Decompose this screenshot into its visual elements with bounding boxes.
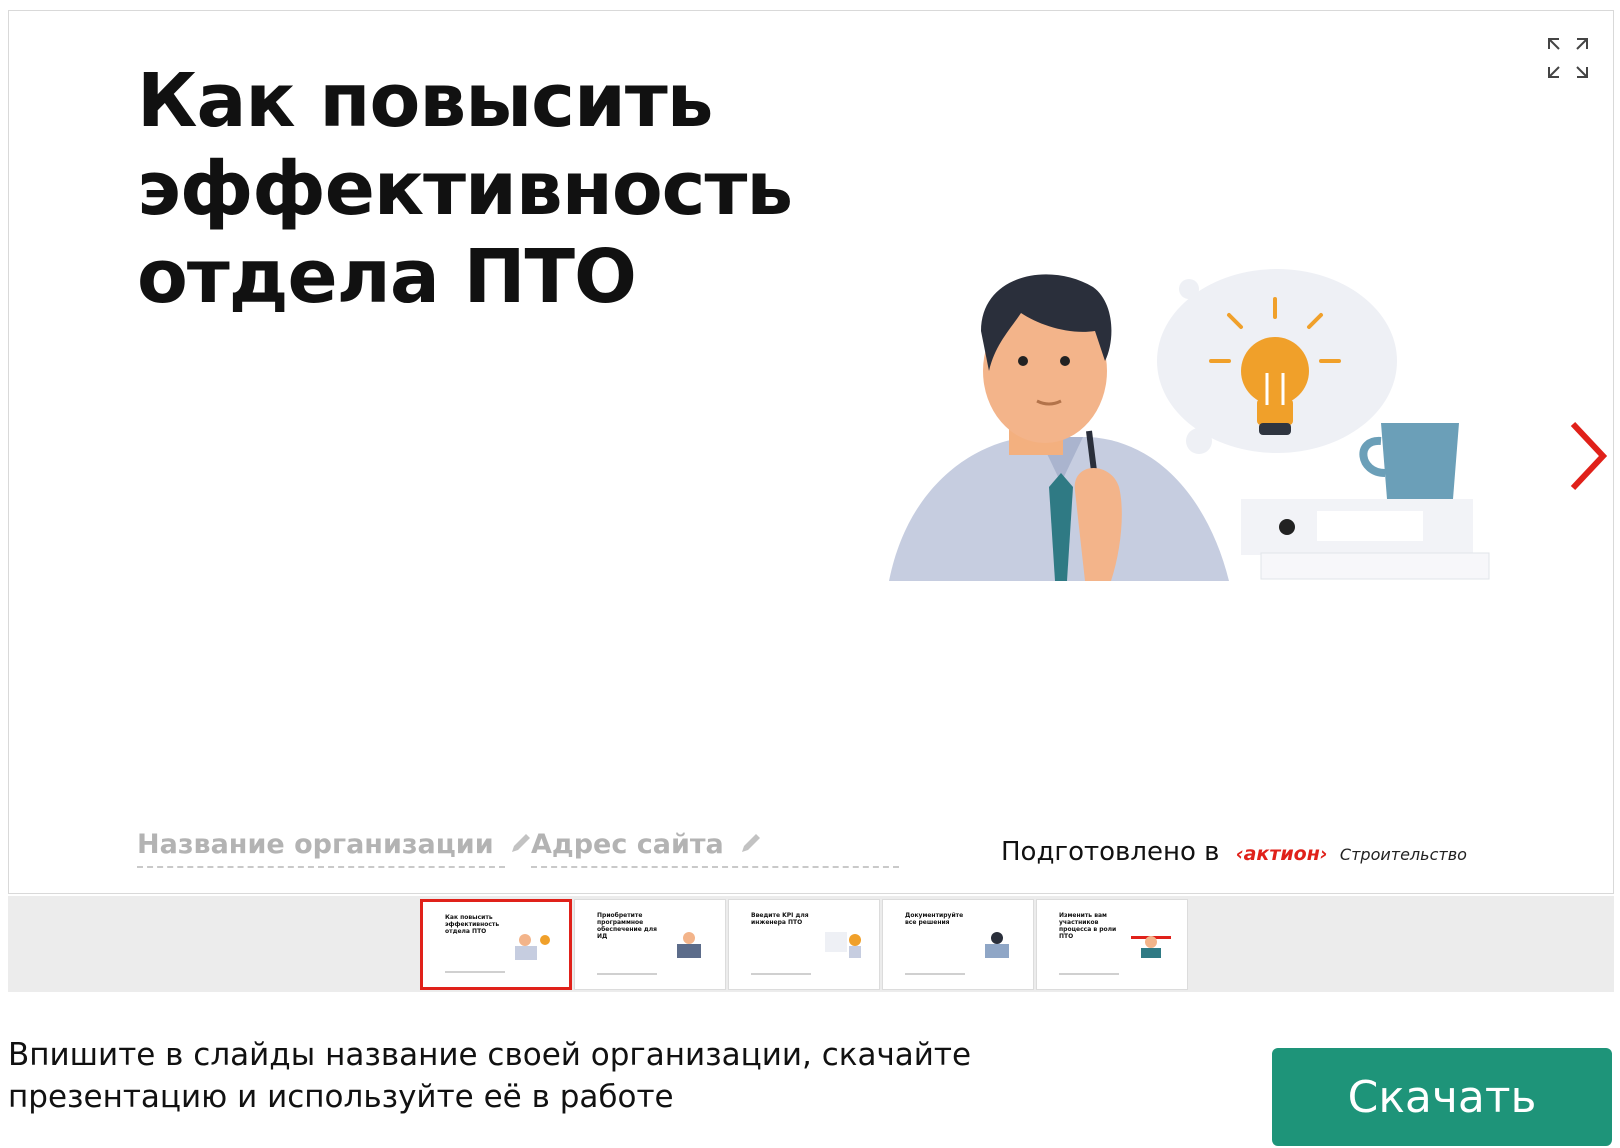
download-button[interactable]: Скачать bbox=[1272, 1048, 1612, 1146]
thumbnail-illustration bbox=[677, 932, 701, 958]
slide-title: Как повысить эффективность отдела ПТО bbox=[137, 57, 793, 321]
slide-thumbnail-5[interactable]: Изменить вам участников процесса в роли … bbox=[1036, 899, 1188, 990]
thumbnail-footer-line bbox=[905, 973, 965, 975]
fullscreen-button[interactable] bbox=[1545, 35, 1591, 81]
website-placeholder: Адрес сайта bbox=[531, 829, 724, 860]
instruction-line-1: Впишите в слайды название своей организа… bbox=[8, 1037, 972, 1073]
thumbnail-footer-line bbox=[751, 973, 811, 975]
slide-thumbnail-3[interactable]: Введите KPI для инженера ПТО bbox=[728, 899, 880, 990]
brand-subtitle: Строительство bbox=[1339, 845, 1467, 864]
slide-thumbnail-4[interactable]: Документируйте все решения bbox=[882, 899, 1034, 990]
slide-thumbnail-2[interactable]: Приобретите программное обеспечение для … bbox=[574, 899, 726, 990]
thumbnail-title: Изменить вам участников процесса в роли … bbox=[1059, 912, 1117, 940]
slide-title-line-3: отдела ПТО bbox=[137, 234, 637, 320]
thumbnail-footer-line bbox=[1059, 973, 1119, 975]
organization-name-placeholder: Название организации bbox=[137, 829, 494, 860]
organization-name-field[interactable]: Название организации bbox=[137, 829, 531, 868]
thumbnail-illustration bbox=[985, 932, 1009, 958]
thumbnail-title: Как повысить эффективность отдела ПТО bbox=[445, 914, 500, 935]
next-slide-button[interactable] bbox=[1565, 416, 1611, 496]
thumbnail-title: Документируйте все решения bbox=[905, 912, 964, 926]
chevron-right-icon bbox=[1570, 421, 1608, 491]
thumbnail-title: Приобретите программное обеспечение для … bbox=[597, 912, 657, 940]
slide-thumbnail-1[interactable]: Как повысить эффективность отдела ПТО bbox=[420, 899, 572, 990]
prepared-by: Подготовлено в ‹актион› Строительство bbox=[1001, 837, 1467, 867]
slide-title-line-2: эффективность bbox=[137, 146, 793, 232]
slide-title-line-1: Как повысить bbox=[137, 58, 714, 144]
thumbnail-strip: Как повысить эффективность отдела ПТО Пр… bbox=[8, 896, 1614, 992]
pencil-icon bbox=[512, 834, 531, 852]
thumbnail-illustration bbox=[1131, 936, 1171, 958]
thumbnail-illustration bbox=[515, 934, 550, 960]
instruction-line-2: презентацию и используйте её в работе bbox=[8, 1079, 674, 1115]
expand-icon bbox=[1548, 38, 1588, 78]
instruction-text: Впишите в слайды название своей организа… bbox=[8, 1034, 971, 1118]
pencil-icon bbox=[742, 834, 761, 852]
thumbnail-footer-line bbox=[445, 971, 505, 973]
brand-logo: ‹актион› bbox=[1235, 843, 1328, 865]
thinking-man-illustration bbox=[889, 269, 1490, 581]
website-field[interactable]: Адрес сайта bbox=[531, 829, 899, 868]
prepared-by-label: Подготовлено в bbox=[1001, 837, 1220, 867]
thumbnail-title: Введите KPI для инженера ПТО bbox=[751, 912, 809, 926]
thumbnail-footer-line bbox=[597, 973, 657, 975]
slide-preview: Как повысить эффективность отдела ПТО На… bbox=[8, 10, 1614, 894]
thumbnail-illustration bbox=[825, 932, 861, 958]
